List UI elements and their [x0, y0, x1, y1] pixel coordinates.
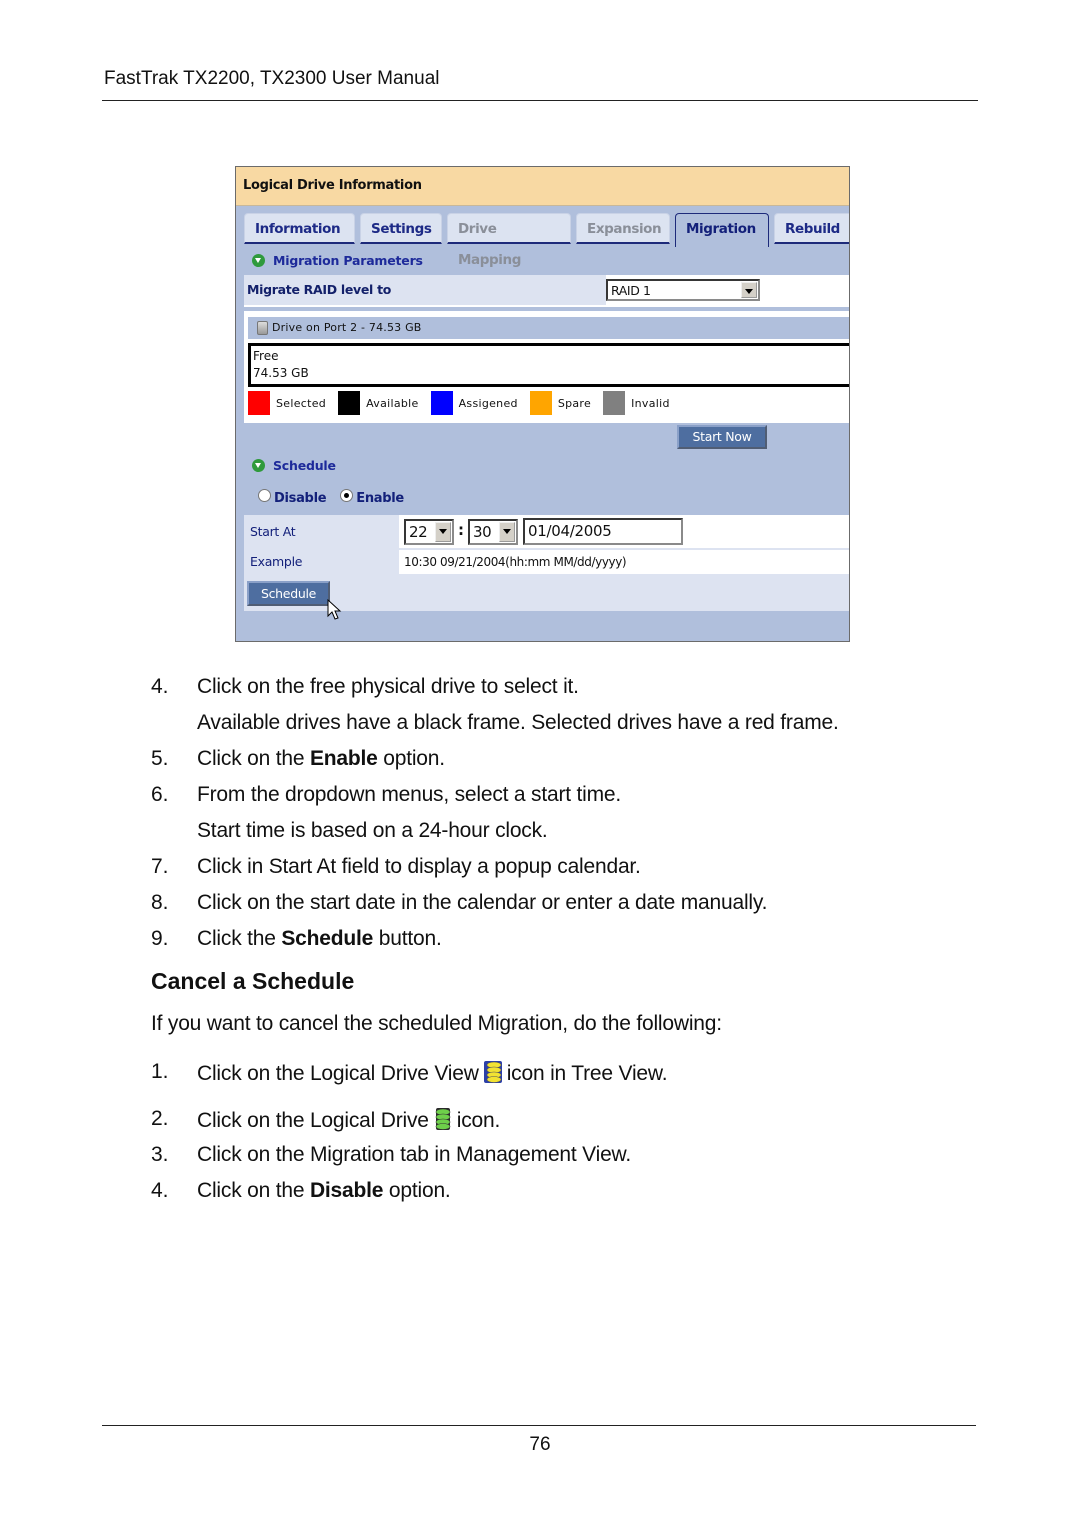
step-text: Click on the Migration tab in Management… — [197, 1143, 631, 1166]
mouse-cursor-icon — [327, 599, 342, 620]
step-note: Start time is based on a 24-hour clock. — [197, 819, 548, 842]
step-number: 6. — [151, 783, 169, 806]
collapse-arrow-icon — [252, 459, 265, 472]
swatch-invalid — [603, 391, 626, 415]
step-number: 4. — [151, 1179, 169, 1202]
disk-drive-icon — [257, 321, 268, 335]
step-text: From the dropdown menus, select a start … — [197, 783, 622, 806]
logical-drive-icon — [435, 1108, 451, 1130]
tab-expansion[interactable]: Expansion — [576, 213, 670, 244]
legend-selected: Selected — [248, 391, 326, 415]
drive-legend: Selected Available Assigened Spare Inval… — [248, 391, 682, 415]
minute-select[interactable]: 30 — [468, 519, 518, 545]
step-text: Click on the Logical Drive icon. — [197, 1108, 501, 1132]
example-value: 10:30 09/21/2004(hh:mm MM/dd/yyyy) — [404, 555, 627, 569]
drive-panel: Drive on Port 2 - 74.53 GB Free 74.53 GB… — [244, 311, 849, 423]
swatch-available — [338, 391, 361, 415]
logical-drive-screenshot: Logical Drive Information Information Se… — [235, 166, 850, 642]
start-at-label: Start At — [244, 515, 399, 548]
legend-available: Available — [338, 391, 419, 415]
step-number: 3. — [151, 1143, 169, 1166]
section-heading: Cancel a Schedule — [151, 968, 355, 994]
step-note: Available drives have a black frame. Sel… — [197, 711, 839, 734]
drive-size: 74.53 GB — [253, 366, 309, 380]
tab-settings[interactable]: Settings — [360, 213, 442, 244]
step-number: 1. — [151, 1060, 169, 1083]
step-text: Click on the start date in the calendar … — [197, 891, 768, 914]
dropdown-arrow-icon[interactable] — [499, 522, 515, 542]
tab-migration[interactable]: Migration — [675, 213, 769, 247]
step-number: 8. — [151, 891, 169, 914]
step-text: Click the Schedule button. — [197, 927, 442, 950]
drive-header-label: Drive on Port 2 - 74.53 GB — [272, 321, 422, 334]
step-text: Click on the free physical drive to sele… — [197, 675, 579, 698]
free-drive-block[interactable]: Free 74.53 GB — [248, 343, 849, 387]
swatch-spare — [529, 391, 552, 415]
dropdown-arrow-icon[interactable] — [741, 282, 757, 298]
migration-parameters-header[interactable]: Migration Parameters — [252, 253, 423, 268]
tab-information[interactable]: Information — [244, 213, 355, 244]
hour-select[interactable]: 22 — [404, 519, 454, 545]
raid-level-select[interactable]: RAID 1 — [606, 279, 760, 301]
schedule-form: Start At 22 : 30 01/04/2005 Example 10:3… — [244, 515, 849, 620]
example-row: Example 10:30 09/21/2004(hh:mm MM/dd/yyy… — [244, 550, 849, 574]
step-text: Click on the Logical Drive View icon in … — [197, 1061, 668, 1085]
step-text: Click on the Enable option. — [197, 747, 445, 770]
schedule-button[interactable]: Schedule — [247, 581, 330, 606]
start-now-button[interactable]: Start Now — [677, 425, 767, 449]
schedule-radio-group: Disable Enable — [258, 489, 404, 506]
tab-drive-mapping[interactable]: Drive Mapping — [447, 213, 571, 268]
radio-disable[interactable]: Disable — [258, 489, 327, 506]
drive-status: Free — [253, 349, 279, 363]
swatch-assigned — [430, 391, 453, 415]
example-label: Example — [244, 550, 399, 574]
legend-spare: Spare — [529, 391, 591, 415]
radio-disable-circle[interactable] — [258, 489, 271, 502]
drive-header: Drive on Port 2 - 74.53 GB — [248, 317, 849, 339]
tab-rebuild[interactable]: Rebuild — [774, 213, 849, 244]
legend-assigned: Assigened — [430, 391, 518, 415]
cancel-intro: If you want to cancel the scheduled Migr… — [151, 1012, 722, 1035]
raid-level-value: RAID 1 — [611, 282, 651, 298]
header-divider — [102, 100, 978, 101]
schedule-button-row: Schedule — [244, 577, 849, 620]
step-number: 7. — [151, 855, 169, 878]
radio-enable[interactable]: Enable — [340, 489, 404, 506]
step-number: 4. — [151, 675, 169, 698]
page-header: FastTrak TX2200, TX2300 User Manual — [104, 68, 440, 89]
radio-enable-circle[interactable] — [340, 489, 354, 502]
step-text: Click on the Disable option. — [197, 1179, 451, 1202]
tab-bar: Information Settings Drive Mapping Expan… — [244, 213, 849, 268]
swatch-selected — [248, 391, 270, 415]
start-at-row: Start At 22 : 30 01/04/2005 — [244, 515, 849, 548]
time-separator: : — [458, 521, 464, 539]
panel-title: Logical Drive Information — [236, 167, 849, 206]
step-number: 5. — [151, 747, 169, 770]
start-date-input[interactable]: 01/04/2005 — [523, 518, 683, 545]
collapse-arrow-icon — [252, 254, 265, 267]
migration-parameters-label: Migration Parameters — [273, 253, 423, 268]
footer-divider — [102, 1425, 976, 1426]
logical-drive-view-icon — [483, 1061, 502, 1083]
schedule-header[interactable]: Schedule — [252, 458, 336, 473]
step-number: 2. — [151, 1107, 169, 1130]
legend-invalid: Invalid — [603, 391, 670, 415]
raid-level-label: Migrate RAID level to — [244, 275, 606, 305]
step-number: 9. — [151, 927, 169, 950]
page-number: 76 — [529, 1434, 551, 1455]
schedule-label: Schedule — [273, 458, 336, 473]
dropdown-arrow-icon[interactable] — [435, 522, 451, 542]
step-text: Click in Start At field to display a pop… — [197, 855, 641, 878]
raid-level-row: Migrate RAID level to RAID 1 — [244, 275, 849, 307]
